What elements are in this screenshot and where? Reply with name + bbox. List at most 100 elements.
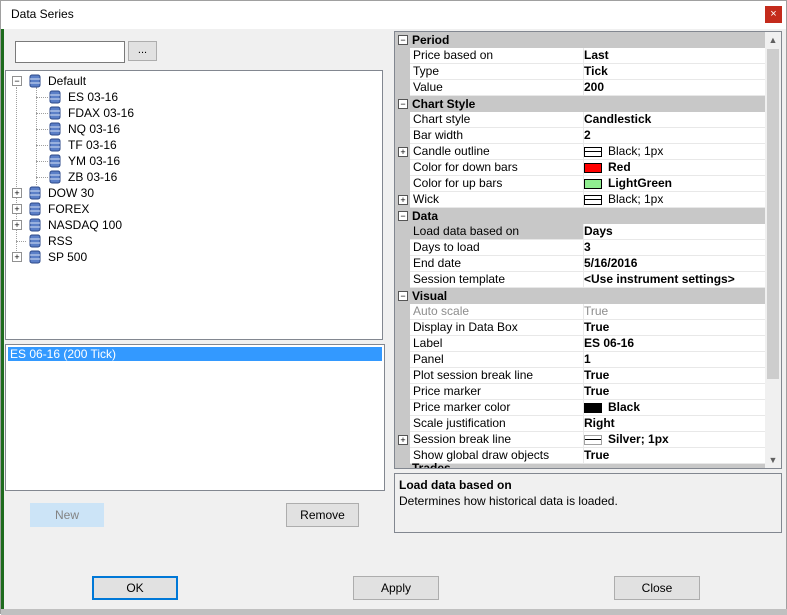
property-row[interactable]: Color for up bars LightGreen [395,176,768,192]
property-row[interactable]: Scale justification Right [395,416,768,432]
scroll-up-icon[interactable]: ▲ [768,34,778,46]
tree-node-instrument[interactable]: NQ 03-16 [34,121,234,137]
property-value[interactable]: 1 [581,352,768,368]
tree-line [36,129,48,130]
property-value[interactable]: ES 06-16 [581,336,768,352]
property-grid-scrollbar[interactable]: ▲ ▼ [765,32,781,468]
database-icon [29,234,41,248]
tree-node-instrument[interactable]: ZB 03-16 [34,169,234,185]
property-value[interactable]: Black; 1px [581,144,768,160]
property-row[interactable]: Bar width 2 [395,128,768,144]
property-value[interactable]: Days [581,224,768,240]
expand-icon[interactable]: + [12,204,22,214]
property-row[interactable]: Price marker color Black [395,400,768,416]
collapse-icon[interactable]: − [398,35,408,45]
ok-button[interactable]: OK [92,576,178,600]
property-row[interactable]: Label ES 06-16 [395,336,768,352]
tree-line [36,177,48,178]
category-data[interactable]: − Data [395,208,765,224]
property-value[interactable]: Tick [581,64,768,80]
property-row[interactable]: Color for down bars Red [395,160,768,176]
property-row[interactable]: Panel 1 [395,352,768,368]
property-value[interactable]: Right [581,416,768,432]
property-value[interactable]: 200 [581,80,768,96]
collapse-icon[interactable]: − [398,99,408,109]
tree-node-nasdaq100[interactable]: + NASDAQ 100 [12,217,212,233]
property-row[interactable]: Value 200 [395,80,768,96]
tree-node-sp500[interactable]: + SP 500 [12,249,212,265]
property-value[interactable]: 5/16/2016 [581,256,768,272]
close-button[interactable]: Close [614,576,700,600]
tree-node-dow30[interactable]: + DOW 30 [12,185,212,201]
data-series-list[interactable]: ES 06-16 (200 Tick) [5,344,385,491]
property-name: Auto scale [410,304,584,320]
tree-node-instrument[interactable]: TF 03-16 [34,137,234,153]
property-value[interactable]: Black [581,400,768,416]
property-row[interactable]: Days to load 3 [395,240,768,256]
tree-node-label: TF 03-16 [68,138,117,152]
scrollbar-thumb[interactable] [767,49,779,379]
instrument-tree[interactable]: − Default ES 03-16 FDAX 03-16 NQ 03-16 T… [5,70,383,340]
property-value[interactable]: True [581,448,768,464]
tree-node-forex[interactable]: + FOREX [12,201,212,217]
data-series-item[interactable]: ES 06-16 (200 Tick) [8,347,382,361]
category-trades[interactable]: Trades [395,461,765,468]
expand-icon[interactable]: + [398,195,408,205]
property-row[interactable]: Chart style Candlestick [395,112,768,128]
expand-icon[interactable]: + [12,220,22,230]
property-row[interactable]: Plot session break line True [395,368,768,384]
property-row[interactable]: Price marker True [395,384,768,400]
close-icon[interactable]: × [765,6,782,23]
property-value[interactable]: LightGreen [581,176,768,192]
database-icon [49,154,61,168]
new-button[interactable]: New [30,503,104,527]
property-value[interactable]: True [581,320,768,336]
tree-node-instrument[interactable]: YM 03-16 [34,153,234,169]
property-value[interactable]: Last [581,48,768,64]
property-value[interactable]: Black; 1px [581,192,768,208]
property-value[interactable]: Candlestick [581,112,768,128]
property-row-selected[interactable]: Load data based on Days [395,224,768,240]
instrument-search-input[interactable] [15,41,125,63]
property-row[interactable]: + Candle outline Black; 1px [395,144,768,160]
tree-node-rss[interactable]: RSS [12,233,212,249]
property-value[interactable]: 2 [581,128,768,144]
property-value[interactable]: <Use instrument settings> [581,272,768,288]
property-value[interactable]: True [581,384,768,400]
tree-node-instrument[interactable]: FDAX 03-16 [34,105,234,121]
property-row[interactable]: Auto scale True [395,304,768,320]
property-row[interactable]: Session template <Use instrument settings… [395,272,768,288]
database-icon [49,170,61,184]
tree-line [36,113,48,114]
tree-node-instrument[interactable]: ES 03-16 [34,89,234,105]
collapse-icon[interactable]: − [398,291,408,301]
collapse-icon[interactable]: − [12,76,22,86]
property-row[interactable]: End date 5/16/2016 [395,256,768,272]
collapse-icon[interactable]: − [398,211,408,221]
apply-button[interactable]: Apply [353,576,439,600]
expand-icon[interactable]: + [12,252,22,262]
expand-icon[interactable]: + [12,188,22,198]
property-name: Load data based on [410,224,584,240]
expand-icon[interactable]: + [398,147,408,157]
property-value[interactable]: 3 [581,240,768,256]
category-chart-style[interactable]: − Chart Style [395,96,765,112]
property-row[interactable]: Price based on Last [395,48,768,64]
property-value[interactable]: Silver; 1px [581,432,768,448]
property-row[interactable]: Type Tick [395,64,768,80]
property-grid[interactable]: − Period Price based on Last Type Tick Val… [394,31,782,469]
property-row[interactable]: + Session break line Silver; 1px [395,432,768,448]
category-visual[interactable]: − Visual [395,288,765,304]
property-value[interactable]: True [581,368,768,384]
browse-button[interactable]: ... [128,41,157,61]
bottom-strip [1,609,787,615]
scroll-down-icon[interactable]: ▼ [768,454,778,466]
expand-icon[interactable]: + [398,435,408,445]
category-period[interactable]: − Period [395,32,765,48]
property-row[interactable]: Display in Data Box True [395,320,768,336]
remove-button[interactable]: Remove [286,503,359,527]
property-row[interactable]: + Wick Black; 1px [395,192,768,208]
property-value[interactable]: Red [581,160,768,176]
property-name: Days to load [410,240,584,256]
tree-node-default[interactable]: − Default [12,73,212,89]
